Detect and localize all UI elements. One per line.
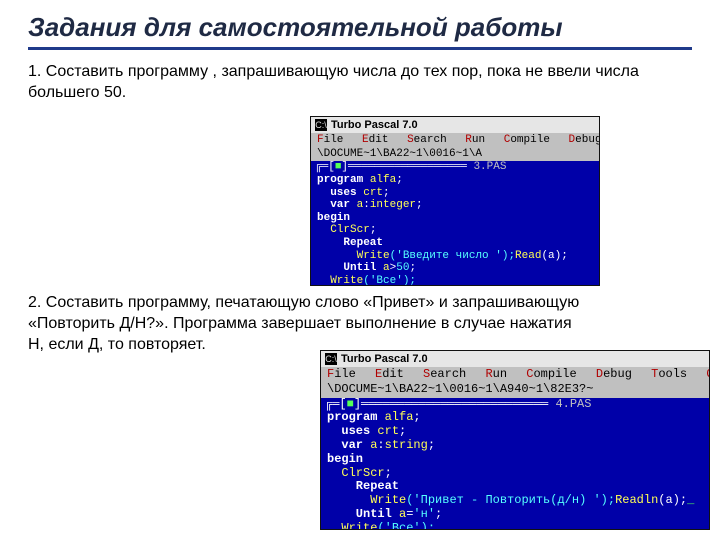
menu-run[interactable]: Run	[465, 134, 485, 147]
code-editor-2[interactable]: program alfa; uses crt; var a:string; be…	[325, 411, 705, 530]
path-bar: \DOCUME~1\BA22~1\0016~1\A	[311, 148, 599, 162]
menu-search[interactable]: Search	[423, 368, 466, 382]
titlebar: C:\ Turbo Pascal 7.0	[321, 351, 709, 367]
turbo-pascal-window-2: C:\ Turbo Pascal 7.0 File Edit Search Ru…	[320, 350, 710, 530]
cmd-icon: C:\	[315, 119, 327, 131]
menubar[interactable]: File Edit Search Run Compile Debug Tools…	[321, 367, 709, 383]
path-bar: \DOCUME~1\BA22~1\0016~1\A940~1\82E3?~	[321, 383, 709, 398]
task-1-text: 1. Составить программу , запрашивающую ч…	[28, 62, 692, 104]
task-2-text: 2. Составить программу, печатающую слово…	[28, 293, 588, 355]
menu-file[interactable]: File	[317, 134, 343, 147]
menu-file[interactable]: File	[327, 368, 356, 382]
menu-search[interactable]: Search	[407, 134, 447, 147]
menu-run[interactable]: Run	[485, 368, 507, 382]
menu-compile[interactable]: Compile	[526, 368, 576, 382]
turbo-pascal-window-1: C:\ Turbo Pascal 7.0 File Edit Search Ru…	[310, 116, 600, 286]
title-underline	[28, 47, 692, 50]
frame-top: ╔═[■]══════════════════════════ 4.PAS	[325, 398, 705, 412]
menubar[interactable]: File Edit Search Run Compile Debug	[311, 133, 599, 148]
menu-debug[interactable]: Debug	[596, 368, 632, 382]
page-title: Задания для самостоятельной работы	[28, 12, 692, 43]
menu-compile[interactable]: Compile	[504, 134, 550, 147]
titlebar: C:\ Turbo Pascal 7.0	[311, 117, 599, 133]
menu-tools[interactable]: Tools	[651, 368, 687, 382]
menu-options[interactable]: Optio	[706, 368, 710, 382]
menu-edit[interactable]: Edit	[362, 134, 388, 147]
frame-top: ╔═[■]══════════════════ 3.PAS	[315, 161, 595, 174]
code-editor-1[interactable]: program alfa; uses crt; var a:integer; b…	[315, 174, 595, 286]
window-title: Turbo Pascal 7.0	[331, 119, 418, 132]
window-title: Turbo Pascal 7.0	[341, 353, 428, 366]
cmd-icon: C:\	[325, 353, 337, 365]
menu-edit[interactable]: Edit	[375, 368, 404, 382]
menu-debug[interactable]: Debug	[569, 134, 600, 147]
